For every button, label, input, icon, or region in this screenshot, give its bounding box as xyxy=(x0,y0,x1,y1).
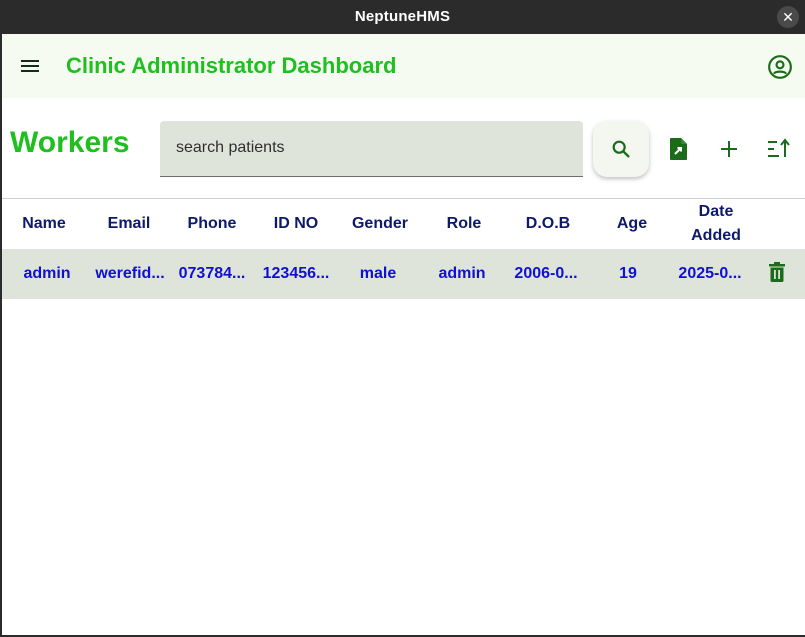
column-header-id-no[interactable]: ID NO xyxy=(254,199,338,249)
export-file-button[interactable] xyxy=(665,135,693,163)
account-circle-icon[interactable] xyxy=(767,54,793,80)
window-close-button[interactable]: ✕ xyxy=(777,6,799,28)
search-button[interactable] xyxy=(593,121,649,177)
column-header-gender[interactable]: Gender xyxy=(338,199,422,249)
cell-email: werefid... xyxy=(95,265,165,282)
sort-icon xyxy=(767,138,791,160)
cell-phone: 073784... xyxy=(178,265,246,282)
window-titlebar: NeptuneHMS ✕ xyxy=(0,0,805,34)
page-title: Workers xyxy=(10,126,130,159)
cell-id-no: 123456... xyxy=(262,265,330,282)
search-icon xyxy=(610,138,632,160)
cell-name: admin xyxy=(23,265,71,282)
cell-dob: 2006-0... xyxy=(514,265,578,282)
delete-icon xyxy=(769,262,785,282)
column-header-date-added[interactable]: Date Added xyxy=(681,199,751,249)
table-header-row: Name Email Phone ID NO Gender Role D.O.B… xyxy=(2,199,805,249)
file-export-icon xyxy=(668,137,690,161)
window-title: NeptuneHMS xyxy=(354,8,451,25)
column-header-age[interactable]: Age xyxy=(590,199,674,249)
hamburger-menu-icon[interactable] xyxy=(18,54,42,78)
app-window: NeptuneHMS ✕ Clinic Administrator Dashbo… xyxy=(0,0,805,637)
cell-age: 19 xyxy=(619,265,637,282)
app-content: Clinic Administrator Dashboard Workers s… xyxy=(2,34,805,635)
cell-role: admin xyxy=(438,265,486,282)
search-input[interactable] xyxy=(176,121,566,175)
column-header-role[interactable]: Role xyxy=(422,199,506,249)
add-icon xyxy=(719,139,739,159)
add-worker-button[interactable] xyxy=(715,135,743,163)
column-header-name[interactable]: Name xyxy=(2,199,86,249)
cell-date-added: 2025-0... xyxy=(678,265,742,282)
column-header-email[interactable]: Email xyxy=(88,199,170,249)
sort-button[interactable] xyxy=(765,135,793,163)
column-header-phone[interactable]: Phone xyxy=(172,199,252,249)
column-header-dob[interactable]: D.O.B xyxy=(506,199,590,249)
search-field[interactable] xyxy=(160,121,583,177)
cell-gender: male xyxy=(359,265,397,282)
table-row[interactable]: admin werefid... 073784... 123456... mal… xyxy=(2,249,805,299)
delete-row-button[interactable] xyxy=(766,261,788,283)
app-bar: Clinic Administrator Dashboard xyxy=(2,34,805,98)
app-title: Clinic Administrator Dashboard xyxy=(66,53,397,78)
